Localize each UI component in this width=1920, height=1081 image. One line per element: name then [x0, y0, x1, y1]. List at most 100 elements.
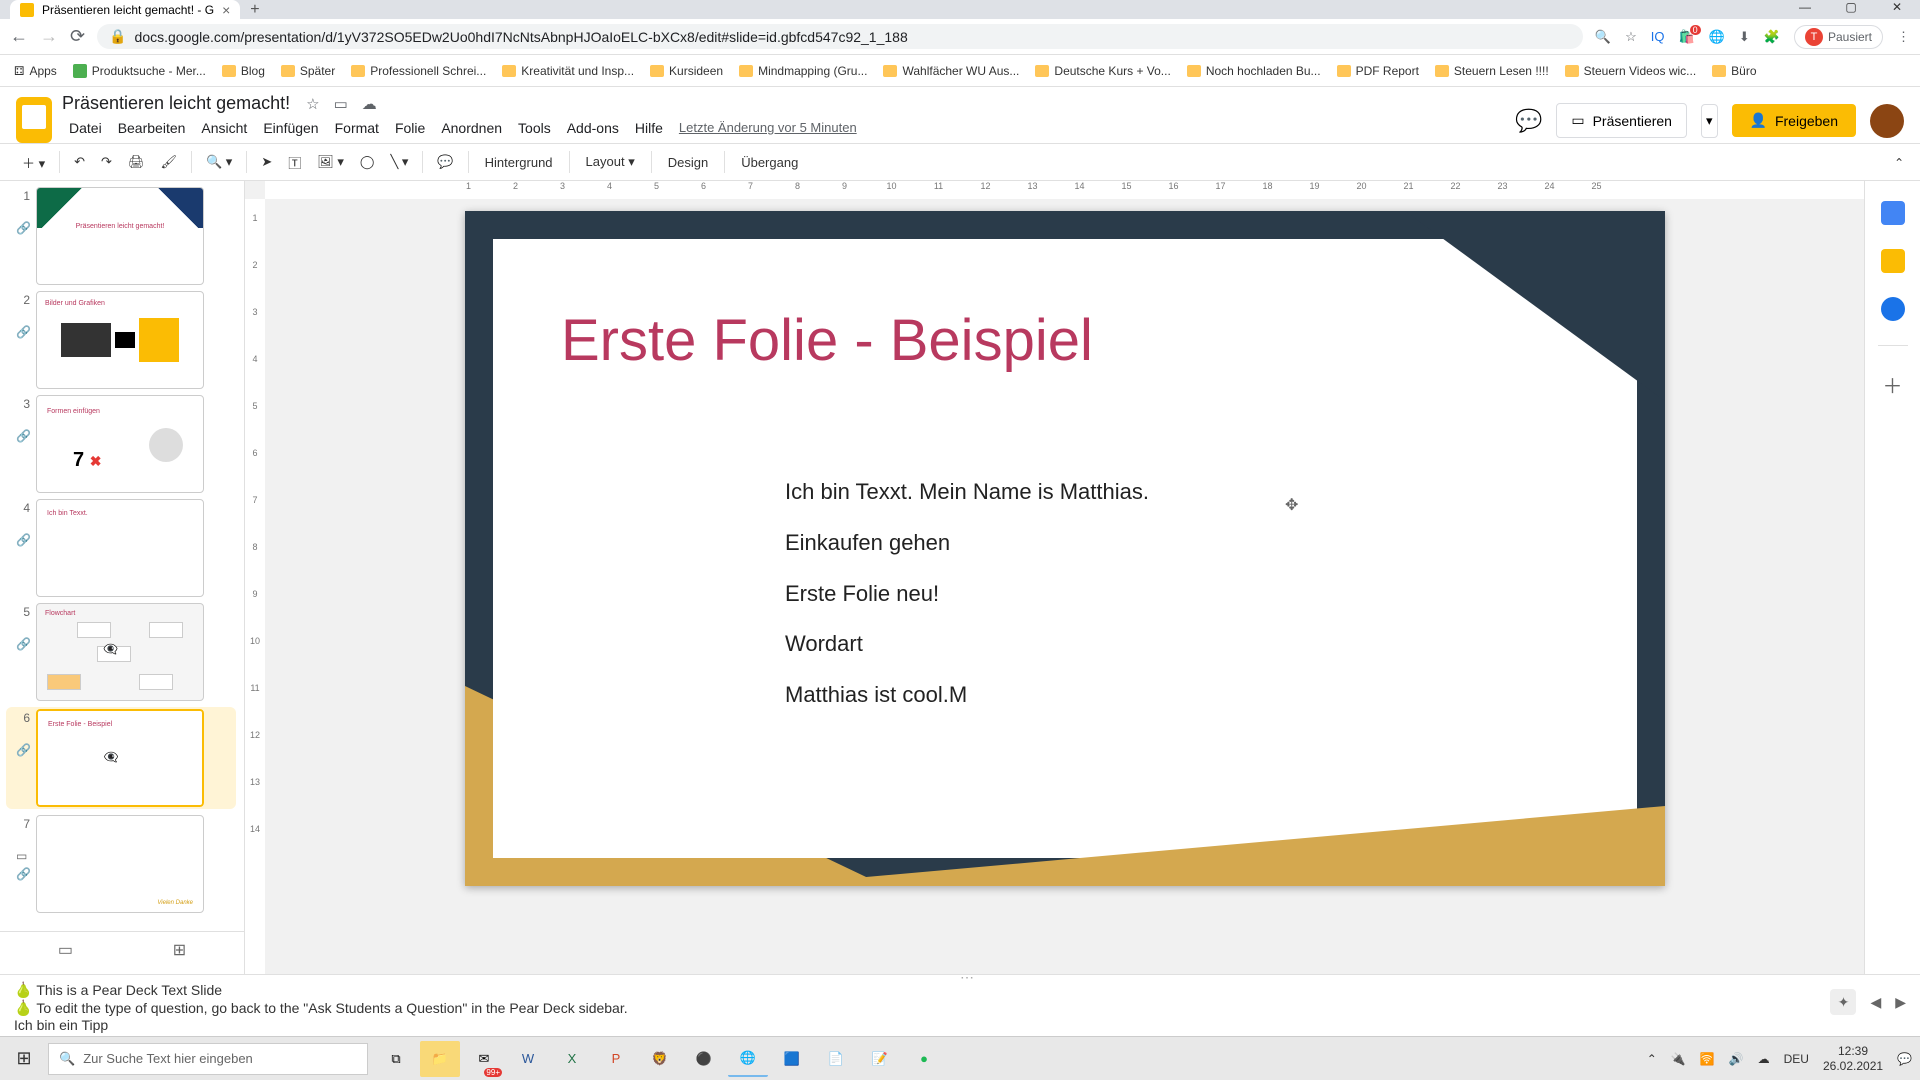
background-button[interactable]: Hintergrund — [477, 150, 561, 175]
paint-format-button[interactable]: 🖌 — [154, 149, 183, 175]
volume-icon[interactable]: 🔊 — [1729, 1052, 1744, 1066]
start-button[interactable]: ⊞ — [0, 1037, 48, 1081]
move-icon[interactable]: ▭ — [334, 95, 348, 113]
slide-thumbnail-3[interactable]: Formen einfügen 7 ✖ — [36, 395, 204, 493]
slide-canvas[interactable]: 1234567891011121314151617181920212223242… — [245, 181, 1864, 974]
window-maximize[interactable]: ▢ — [1828, 0, 1874, 19]
new-slide-button[interactable]: ＋ ▾ — [16, 148, 51, 177]
bookmark-item[interactable]: Später — [281, 64, 335, 78]
menu-folie[interactable]: Folie — [388, 117, 432, 139]
redo-button[interactable]: ↷ — [95, 149, 118, 175]
explore-button[interactable]: ✦ — [1830, 989, 1856, 1015]
present-dropdown[interactable]: ▾ — [1701, 104, 1718, 138]
browser-menu-icon[interactable]: ⋮ — [1897, 29, 1910, 45]
profile-badge[interactable]: T Pausiert — [1794, 25, 1883, 49]
slide-thumbnail-1[interactable]: Präsentieren leicht gemacht! — [36, 187, 204, 285]
reload-button[interactable]: ⟳ — [70, 26, 85, 47]
app-icon[interactable]: 🦁 — [640, 1041, 680, 1077]
bookmark-item[interactable]: Kreativität und Insp... — [502, 64, 634, 78]
notifications-icon[interactable]: 💬 — [1897, 1052, 1912, 1066]
add-addon-icon[interactable]: ＋ — [1883, 370, 1903, 399]
share-button[interactable]: 👤 Freigeben — [1732, 104, 1856, 137]
resize-grip-icon[interactable]: ⋯ — [960, 969, 974, 986]
usb-icon[interactable]: 🔌 — [1671, 1052, 1686, 1066]
chrome-icon[interactable]: 🌐 — [728, 1041, 768, 1077]
bookmark-item[interactable]: Blog — [222, 64, 265, 78]
zoom-button[interactable]: 🔍 ▾ — [200, 149, 238, 175]
language-indicator[interactable]: DEU — [1784, 1052, 1809, 1066]
mail-icon[interactable]: ✉99+ — [464, 1041, 504, 1077]
bookmark-item[interactable]: Kursideen — [650, 64, 723, 78]
textbox-tool[interactable]: 🅃 — [282, 148, 307, 177]
slide-thumbnail-6[interactable]: Erste Folie - Beispiel 👁‍🗨 — [36, 709, 204, 807]
slide-thumbnail-5[interactable]: Flowchart 👁‍🗨 — [36, 603, 204, 701]
print-button[interactable]: 🖨 — [122, 149, 151, 175]
comments-icon[interactable]: 💬 — [1515, 108, 1542, 134]
slide-thumbnail-2[interactable]: Bilder und Grafiken — [36, 291, 204, 389]
powerpoint-icon[interactable]: P — [596, 1041, 636, 1077]
spotify-icon[interactable]: ● — [904, 1041, 944, 1077]
menu-bearbeiten[interactable]: Bearbeiten — [111, 117, 193, 139]
collapse-toolbar-icon[interactable]: ⌄ — [1894, 155, 1904, 169]
menu-einfuegen[interactable]: Einfügen — [256, 117, 325, 139]
bookmark-item[interactable]: Büro — [1712, 64, 1756, 78]
bookmark-item[interactable]: Mindmapping (Gru... — [739, 64, 867, 78]
edge-icon[interactable]: 🟦 — [772, 1041, 812, 1077]
account-avatar[interactable] — [1870, 104, 1904, 138]
present-button[interactable]: ▭ Präsentieren — [1556, 103, 1687, 138]
menu-addons[interactable]: Add-ons — [560, 117, 626, 139]
slide-body[interactable]: Ich bin Texxt. Mein Name is Matthias. Ei… — [785, 477, 1149, 731]
last-edit-text[interactable]: Letzte Änderung vor 5 Minuten — [672, 117, 864, 139]
grid-view-icon[interactable]: ⊞ — [173, 940, 186, 960]
slide-thumbnail-4[interactable]: Ich bin Texxt. — [36, 499, 204, 597]
tab-close-icon[interactable]: × — [222, 2, 230, 18]
menu-anordnen[interactable]: Anordnen — [434, 117, 509, 139]
slide-title[interactable]: Erste Folie - Beispiel — [561, 307, 1093, 374]
line-tool[interactable]: ╲ ▾ — [384, 149, 414, 175]
back-button[interactable]: ← — [10, 26, 28, 47]
shape-tool[interactable]: ◯ — [354, 149, 381, 175]
transition-button[interactable]: Übergang — [733, 150, 806, 175]
taskbar-search[interactable]: 🔍 Zur Suche Text hier eingeben — [48, 1043, 368, 1075]
excel-icon[interactable]: X — [552, 1041, 592, 1077]
bookmark-item[interactable]: PDF Report — [1337, 64, 1419, 78]
bookmark-item[interactable]: Steuern Videos wic... — [1565, 64, 1697, 78]
url-bar[interactable]: 🔒 docs.google.com/presentation/d/1yV372S… — [97, 24, 1583, 49]
bookmark-item[interactable]: Steuern Lesen !!!! — [1435, 64, 1549, 78]
ext-icon-4[interactable]: ⬇ — [1739, 29, 1750, 45]
ext-icon-1[interactable]: IQ — [1651, 29, 1665, 44]
bookmark-item[interactable]: Produktsuche - Mer... — [73, 64, 206, 78]
new-tab-button[interactable]: + — [240, 1, 269, 19]
wifi-icon[interactable]: 🛜 — [1700, 1052, 1715, 1066]
slide-thumbnail-7[interactable]: Vielen Danke — [36, 815, 204, 913]
tray-expand-icon[interactable]: ⌃ — [1647, 1052, 1657, 1066]
bookmark-item[interactable]: Wahlfächer WU Aus... — [883, 64, 1019, 78]
app-icon-2[interactable]: 📄 — [816, 1041, 856, 1077]
bookmark-star-icon[interactable]: ☆ — [1625, 29, 1637, 45]
filmstrip-view-icon[interactable]: ▭ — [58, 940, 73, 960]
slide[interactable]: Erste Folie - Beispiel Ich bin Texxt. Me… — [465, 211, 1665, 886]
calendar-icon[interactable] — [1881, 201, 1905, 225]
forward-button[interactable]: → — [40, 26, 58, 47]
layout-button[interactable]: Layout ▾ — [578, 149, 643, 175]
next-note-icon[interactable]: ▶ — [1895, 994, 1906, 1011]
menu-format[interactable]: Format — [328, 117, 386, 139]
select-tool[interactable]: ➤ — [255, 149, 278, 175]
explorer-icon[interactable]: 📁 — [420, 1041, 460, 1077]
bookmark-item[interactable]: Professionell Schrei... — [351, 64, 486, 78]
menu-ansicht[interactable]: Ansicht — [194, 117, 254, 139]
window-minimize[interactable]: — — [1782, 0, 1828, 19]
bookmark-item[interactable]: Deutsche Kurs + Vo... — [1035, 64, 1170, 78]
design-button[interactable]: Design — [660, 150, 716, 175]
apps-button[interactable]: ⚃Apps — [14, 64, 57, 78]
slides-logo-icon[interactable] — [16, 97, 52, 143]
prev-note-icon[interactable]: ◀ — [1870, 994, 1881, 1011]
menu-hilfe[interactable]: Hilfe — [628, 117, 670, 139]
clock[interactable]: 12:39 26.02.2021 — [1823, 1044, 1883, 1073]
cloud-status-icon[interactable]: ☁ — [362, 95, 377, 113]
ext-icon-3[interactable]: 🌐 — [1709, 29, 1725, 45]
star-icon[interactable]: ☆ — [306, 95, 319, 113]
image-tool[interactable]: 🖼 ▾ — [311, 149, 350, 175]
cloud-icon[interactable]: ☁ — [1758, 1052, 1770, 1066]
obs-icon[interactable]: ⚫ — [684, 1041, 724, 1077]
